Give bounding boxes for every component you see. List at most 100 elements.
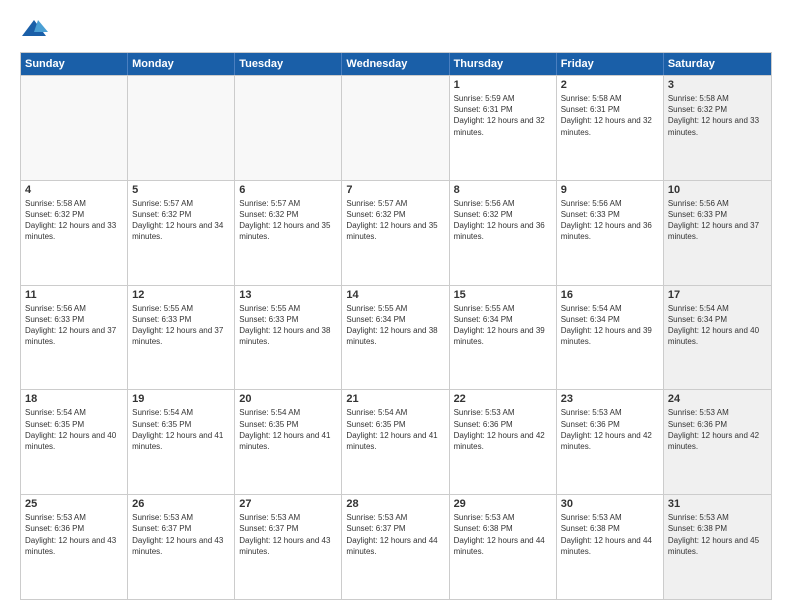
cell-text: Sunrise: 5:58 AMSunset: 6:32 PMDaylight:…	[668, 93, 767, 138]
day-number: 2	[561, 79, 659, 91]
day-number: 10	[668, 184, 767, 196]
cell-text: Sunrise: 5:54 AMSunset: 6:34 PMDaylight:…	[668, 303, 767, 348]
cell-text: Sunrise: 5:56 AMSunset: 6:33 PMDaylight:…	[25, 303, 123, 348]
calendar-row-4: 18 Sunrise: 5:54 AMSunset: 6:35 PMDayligh…	[21, 389, 771, 494]
calendar-cell: 2 Sunrise: 5:58 AMSunset: 6:31 PMDaylight…	[557, 76, 664, 180]
day-number: 12	[132, 289, 230, 301]
calendar-cell: 26 Sunrise: 5:53 AMSunset: 6:37 PMDayligh…	[128, 495, 235, 599]
cell-text: Sunrise: 5:53 AMSunset: 6:38 PMDaylight:…	[454, 512, 552, 557]
calendar-cell: 27Sunrise: 5:53 AMSunset: 6:37 PMDayligh…	[235, 495, 342, 599]
cell-text: Sunrise: 5:55 AMSunset: 6:34 PMDaylight:…	[346, 303, 444, 348]
day-number: 6	[239, 184, 337, 196]
calendar-row-5: 25Sunrise: 5:53 AMSunset: 6:36 PMDayligh…	[21, 494, 771, 599]
day-number: 14	[346, 289, 444, 301]
calendar-cell: 23Sunrise: 5:53 AMSunset: 6:36 PMDayligh…	[557, 390, 664, 494]
calendar-cell: 25Sunrise: 5:53 AMSunset: 6:36 PMDayligh…	[21, 495, 128, 599]
calendar-cell: 21 Sunrise: 5:54 AMSunset: 6:35 PMDayligh…	[342, 390, 449, 494]
calendar-cell: 6 Sunrise: 5:57 AMSunset: 6:32 PMDaylight…	[235, 181, 342, 285]
calendar-cell: 19 Sunrise: 5:54 AMSunset: 6:35 PMDayligh…	[128, 390, 235, 494]
day-number: 26	[132, 498, 230, 510]
cell-text: Sunrise: 5:55 AMSunset: 6:33 PMDaylight:…	[239, 303, 337, 348]
cell-text: Sunrise: 5:53 AMSunset: 6:38 PMDaylight:…	[561, 512, 659, 557]
cell-text: Sunrise: 5:53 AMSunset: 6:36 PMDaylight:…	[454, 407, 552, 452]
cell-text: Sunrise: 5:55 AMSunset: 6:33 PMDaylight:…	[132, 303, 230, 348]
calendar-cell: 22 Sunrise: 5:53 AMSunset: 6:36 PMDayligh…	[450, 390, 557, 494]
calendar-body: 1 Sunrise: 5:59 AMSunset: 6:31 PMDaylight…	[21, 75, 771, 599]
calendar-row-3: 11 Sunrise: 5:56 AMSunset: 6:33 PMDayligh…	[21, 285, 771, 390]
day-number: 13	[239, 289, 337, 301]
day-number: 11	[25, 289, 123, 301]
day-number: 5	[132, 184, 230, 196]
day-number: 7	[346, 184, 444, 196]
calendar-cell: 28Sunrise: 5:53 AMSunset: 6:37 PMDayligh…	[342, 495, 449, 599]
day-number: 18	[25, 393, 123, 405]
cell-text: Sunrise: 5:57 AMSunset: 6:32 PMDaylight:…	[132, 198, 230, 243]
cell-text: Sunrise: 5:53 AMSunset: 6:37 PMDaylight:…	[132, 512, 230, 557]
day-number: 3	[668, 79, 767, 91]
calendar-cell: 12 Sunrise: 5:55 AMSunset: 6:33 PMDayligh…	[128, 286, 235, 390]
header-day-friday: Friday	[557, 53, 664, 75]
header-day-wednesday: Wednesday	[342, 53, 449, 75]
calendar-cell	[21, 76, 128, 180]
day-number: 9	[561, 184, 659, 196]
cell-text: Sunrise: 5:54 AMSunset: 6:34 PMDaylight:…	[561, 303, 659, 348]
cell-text: Sunrise: 5:53 AMSunset: 6:37 PMDaylight:…	[346, 512, 444, 557]
header-day-sunday: Sunday	[21, 53, 128, 75]
day-number: 25	[25, 498, 123, 510]
cell-text: Sunrise: 5:54 AMSunset: 6:35 PMDaylight:…	[25, 407, 123, 452]
calendar-cell: 3 Sunrise: 5:58 AMSunset: 6:32 PMDaylight…	[664, 76, 771, 180]
cell-text: Sunrise: 5:57 AMSunset: 6:32 PMDaylight:…	[239, 198, 337, 243]
cell-text: Sunrise: 5:54 AMSunset: 6:35 PMDaylight:…	[239, 407, 337, 452]
calendar-row-1: 1 Sunrise: 5:59 AMSunset: 6:31 PMDaylight…	[21, 75, 771, 180]
calendar-cell: 11 Sunrise: 5:56 AMSunset: 6:33 PMDayligh…	[21, 286, 128, 390]
calendar-cell	[128, 76, 235, 180]
cell-text: Sunrise: 5:53 AMSunset: 6:36 PMDaylight:…	[668, 407, 767, 452]
calendar-cell: 9 Sunrise: 5:56 AMSunset: 6:33 PMDaylight…	[557, 181, 664, 285]
calendar-cell	[342, 76, 449, 180]
calendar-cell: 29Sunrise: 5:53 AMSunset: 6:38 PMDayligh…	[450, 495, 557, 599]
calendar-cell: 1 Sunrise: 5:59 AMSunset: 6:31 PMDaylight…	[450, 76, 557, 180]
cell-text: Sunrise: 5:59 AMSunset: 6:31 PMDaylight:…	[454, 93, 552, 138]
cell-text: Sunrise: 5:53 AMSunset: 6:36 PMDaylight:…	[561, 407, 659, 452]
day-number: 24	[668, 393, 767, 405]
calendar-header: SundayMondayTuesdayWednesdayThursdayFrid…	[21, 53, 771, 75]
calendar-cell: 18 Sunrise: 5:54 AMSunset: 6:35 PMDayligh…	[21, 390, 128, 494]
day-number: 4	[25, 184, 123, 196]
calendar-row-2: 4Sunrise: 5:58 AMSunset: 6:32 PMDaylight…	[21, 180, 771, 285]
calendar-cell: 30 Sunrise: 5:53 AMSunset: 6:38 PMDayligh…	[557, 495, 664, 599]
logo-icon	[20, 16, 48, 44]
day-number: 16	[561, 289, 659, 301]
calendar-cell: 14 Sunrise: 5:55 AMSunset: 6:34 PMDayligh…	[342, 286, 449, 390]
calendar-cell: 24 Sunrise: 5:53 AMSunset: 6:36 PMDayligh…	[664, 390, 771, 494]
calendar-cell: 7 Sunrise: 5:57 AMSunset: 6:32 PMDaylight…	[342, 181, 449, 285]
cell-text: Sunrise: 5:57 AMSunset: 6:32 PMDaylight:…	[346, 198, 444, 243]
day-number: 17	[668, 289, 767, 301]
cell-text: Sunrise: 5:53 AMSunset: 6:37 PMDaylight:…	[239, 512, 337, 557]
calendar-cell: 31Sunrise: 5:53 AMSunset: 6:38 PMDayligh…	[664, 495, 771, 599]
cell-text: Sunrise: 5:53 AMSunset: 6:38 PMDaylight:…	[668, 512, 767, 557]
cell-text: Sunrise: 5:56 AMSunset: 6:33 PMDaylight:…	[561, 198, 659, 243]
calendar: SundayMondayTuesdayWednesdayThursdayFrid…	[20, 52, 772, 600]
day-number: 20	[239, 393, 337, 405]
day-number: 21	[346, 393, 444, 405]
day-number: 1	[454, 79, 552, 91]
day-number: 22	[454, 393, 552, 405]
cell-text: Sunrise: 5:56 AMSunset: 6:32 PMDaylight:…	[454, 198, 552, 243]
header-day-tuesday: Tuesday	[235, 53, 342, 75]
calendar-cell: 16 Sunrise: 5:54 AMSunset: 6:34 PMDayligh…	[557, 286, 664, 390]
calendar-cell	[235, 76, 342, 180]
day-number: 8	[454, 184, 552, 196]
calendar-cell: 4Sunrise: 5:58 AMSunset: 6:32 PMDaylight…	[21, 181, 128, 285]
cell-text: Sunrise: 5:54 AMSunset: 6:35 PMDaylight:…	[132, 407, 230, 452]
calendar-cell: 5 Sunrise: 5:57 AMSunset: 6:32 PMDaylight…	[128, 181, 235, 285]
calendar-cell: 20 Sunrise: 5:54 AMSunset: 6:35 PMDayligh…	[235, 390, 342, 494]
day-number: 30	[561, 498, 659, 510]
page: SundayMondayTuesdayWednesdayThursdayFrid…	[0, 0, 792, 612]
calendar-cell: 13 Sunrise: 5:55 AMSunset: 6:33 PMDayligh…	[235, 286, 342, 390]
cell-text: Sunrise: 5:54 AMSunset: 6:35 PMDaylight:…	[346, 407, 444, 452]
day-number: 19	[132, 393, 230, 405]
day-number: 15	[454, 289, 552, 301]
cell-text: Sunrise: 5:58 AMSunset: 6:31 PMDaylight:…	[561, 93, 659, 138]
calendar-cell: 15Sunrise: 5:55 AMSunset: 6:34 PMDayligh…	[450, 286, 557, 390]
calendar-cell: 17 Sunrise: 5:54 AMSunset: 6:34 PMDayligh…	[664, 286, 771, 390]
